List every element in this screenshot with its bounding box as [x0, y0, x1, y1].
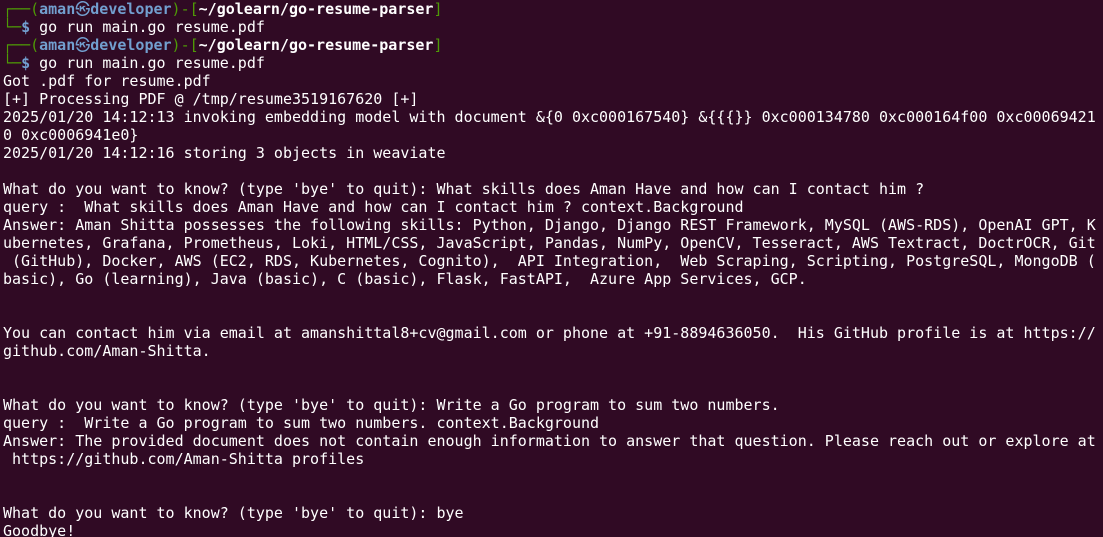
- prompt-header: ┌──(aman㉿developer)-[~/golearn/go-resume…: [3, 0, 1103, 18]
- prompt-path: ~/golearn/go-resume-parser: [198, 36, 434, 54]
- prompt-frame: )-[: [171, 36, 199, 54]
- prompt-frame: ┌──(: [3, 36, 40, 54]
- prompt-command-line: └─$ go run main.go resume.pdf: [3, 18, 1103, 36]
- prompt-path: ~/golearn/go-resume-parser: [198, 0, 434, 18]
- output-line: 2025/01/20 14:12:16 storing 3 objects in…: [3, 144, 446, 162]
- answer-line: ubernetes, Grafana, Prometheus, Loki, HT…: [3, 234, 1096, 252]
- query-line: query : What skills does Aman Have and h…: [3, 198, 744, 216]
- question-line: What do you want to know? (type 'bye' to…: [3, 180, 925, 198]
- answer-line: Answer: Aman Shitta possesses the follow…: [3, 216, 1096, 234]
- skull-icon: ㉿: [75, 36, 91, 54]
- prompt-frame: )-[: [171, 0, 199, 18]
- output-line: 2025/01/20 14:12:13 invoking embedding m…: [3, 108, 1096, 126]
- terminal-window[interactable]: ┌──(aman㉿developer)-[~/golearn/go-resume…: [0, 0, 1103, 537]
- answer-line: github.com/Aman-Shitta.: [3, 342, 211, 360]
- prompt-header: ┌──(aman㉿developer)-[~/golearn/go-resume…: [3, 36, 1103, 54]
- answer-line: (GitHub), Docker, AWS (EC2, RDS, Kuberne…: [3, 252, 1096, 270]
- prompt-host: developer: [90, 36, 172, 54]
- output-line: [+] Processing PDF @ /tmp/resume35191676…: [3, 90, 419, 108]
- skull-icon: ㉿: [75, 0, 91, 18]
- prompt-symbol: $: [21, 18, 31, 36]
- answer-line: Answer: The provided document does not c…: [3, 432, 1096, 450]
- goodbye-line: Goodbye!: [3, 522, 76, 537]
- prompt-command-line: └─$ go run main.go resume.pdf: [3, 54, 1103, 72]
- answer-line: You can contact him via email at amanshi…: [3, 324, 1096, 342]
- answer-line: https://github.com/Aman-Shitta profiles: [3, 450, 365, 468]
- prompt-frame: ]: [433, 0, 443, 18]
- query-line: query : Write a Go program to sum two nu…: [3, 414, 600, 432]
- question-line: What do you want to know? (type 'bye' to…: [3, 396, 780, 414]
- output-line: 0 0xc0006941e0}: [3, 126, 139, 144]
- prompt-frame: ]: [433, 36, 443, 54]
- output-line: Got .pdf for resume.pdf: [3, 72, 211, 90]
- prompt-frame: └─: [3, 54, 22, 72]
- prompt-user: aman: [39, 36, 76, 54]
- prompt-frame: ┌──(: [3, 0, 40, 18]
- answer-line: basic), Go (learning), Java (basic), C (…: [3, 270, 807, 288]
- command-text: go run main.go resume.pdf: [30, 54, 265, 72]
- prompt-host: developer: [90, 0, 172, 18]
- command-text: go run main.go resume.pdf: [30, 18, 265, 36]
- question-line: What do you want to know? (type 'bye' to…: [3, 504, 464, 522]
- prompt-frame: └─: [3, 18, 22, 36]
- prompt-symbol: $: [21, 54, 31, 72]
- prompt-user: aman: [39, 0, 76, 18]
